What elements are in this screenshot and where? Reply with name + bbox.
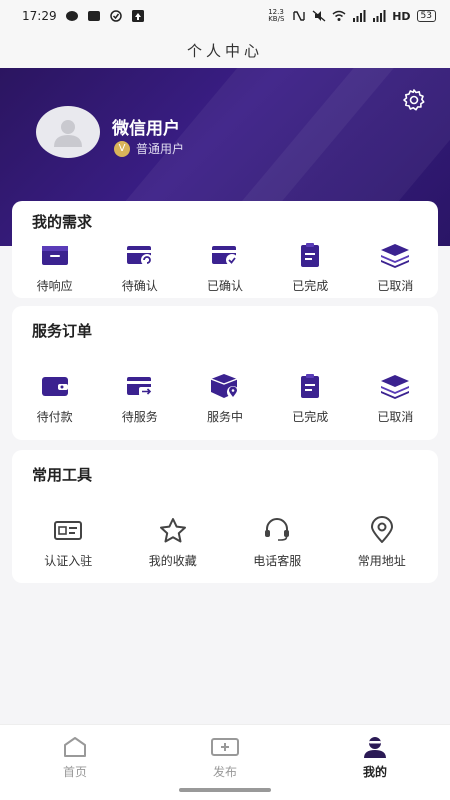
common-tools-card: 常用工具 认证入驻 我的收藏 电话客服 常用地址 [12, 450, 438, 583]
wifi-icon [332, 10, 346, 21]
add-box-icon [211, 738, 239, 756]
common-tools-title: 常用工具 [32, 466, 93, 484]
order-item-label: 已取消 [377, 410, 414, 424]
my-needs-title: 我的需求 [32, 213, 93, 231]
card-refresh-icon [123, 241, 157, 269]
user-level: V 普通用户 [114, 140, 184, 157]
tool-item-verification[interactable]: 认证入驻 [16, 516, 121, 569]
mute-icon [312, 10, 326, 22]
order-item-to-serve[interactable]: 待服务 [97, 372, 182, 425]
clipboard-icon [293, 241, 327, 269]
chat-bubble-icon [65, 11, 78, 21]
order-item-label: 已完成 [292, 410, 329, 424]
status-bar: 17:29 12.3 KB/S HD 53 [0, 0, 450, 32]
inbox-icon [38, 241, 72, 269]
avatar[interactable] [36, 106, 100, 158]
my-needs-card: 我的需求 待响应 待确认 已确认 已完成 已取消 [12, 201, 438, 298]
box-location-icon [208, 372, 242, 400]
layers-icon [378, 241, 412, 269]
need-item-label: 已取消 [377, 279, 414, 293]
service-orders-title: 服务订单 [32, 322, 93, 340]
tab-home[interactable]: 首页 [0, 725, 150, 800]
order-item-to-pay[interactable]: 待付款 [12, 372, 97, 425]
tool-item-label: 认证入驻 [44, 554, 93, 568]
status-time: 17:29 [22, 9, 57, 23]
user-icon [364, 737, 386, 758]
need-item-pending-response[interactable]: 待响应 [12, 241, 97, 294]
star-icon [156, 516, 190, 544]
order-item-cancelled[interactable]: 已取消 [353, 372, 438, 425]
home-icon [64, 737, 86, 757]
layers-icon [378, 372, 412, 400]
order-item-completed[interactable]: 已完成 [268, 372, 353, 425]
need-item-confirmed[interactable]: 已确认 [182, 241, 267, 294]
nfc-icon [293, 11, 305, 21]
user-level-label: 普通用户 [136, 142, 185, 156]
card-send-icon [123, 372, 157, 400]
service-orders-card: 服务订单 待付款 待服务 服务中 已完成 已取消 [12, 306, 438, 440]
user-placeholder-icon [54, 120, 82, 147]
signal-2-icon [373, 10, 386, 22]
jd-icon [87, 11, 100, 21]
need-item-cancelled[interactable]: 已取消 [353, 241, 438, 294]
need-item-label: 已确认 [207, 279, 244, 293]
order-item-label: 待服务 [121, 410, 158, 424]
need-item-label: 待响应 [36, 279, 73, 293]
vip-badge-icon: V [114, 140, 130, 157]
tab-label: 发布 [212, 765, 237, 779]
wallet-icon [38, 372, 72, 400]
need-item-label: 待确认 [121, 279, 158, 293]
tool-item-label: 我的收藏 [148, 554, 197, 568]
tab-label: 我的 [362, 765, 387, 779]
network-type: HD [392, 9, 411, 23]
need-item-completed[interactable]: 已完成 [268, 241, 353, 294]
tool-item-addresses[interactable]: 常用地址 [330, 516, 435, 569]
tab-label: 首页 [62, 765, 87, 779]
need-item-label: 已完成 [292, 279, 329, 293]
signal-1-icon [353, 10, 366, 22]
card-check-icon [208, 241, 242, 269]
username: 微信用户 [112, 119, 180, 139]
check-circle-icon [109, 10, 122, 22]
order-item-in-service[interactable]: 服务中 [182, 372, 267, 425]
need-item-to-confirm[interactable]: 待确认 [97, 241, 182, 294]
battery-level: 53 [416, 10, 436, 22]
upload-icon [131, 10, 144, 22]
home-indicator[interactable] [179, 788, 271, 792]
tool-item-favorites[interactable]: 我的收藏 [121, 516, 226, 569]
tab-mine[interactable]: 我的 [300, 725, 450, 800]
tool-item-label: 常用地址 [357, 554, 406, 568]
network-speed: 12.3 KB/S [268, 8, 285, 23]
headset-icon [260, 516, 294, 544]
order-item-label: 待付款 [36, 410, 73, 424]
clipboard-icon [293, 372, 327, 400]
page-title: 个人中心 [0, 32, 450, 68]
tool-item-label: 电话客服 [253, 554, 302, 568]
location-pin-icon [365, 516, 399, 544]
tool-item-customer-service[interactable]: 电话客服 [225, 516, 330, 569]
settings-gear-icon[interactable] [402, 88, 426, 112]
order-item-label: 服务中 [207, 410, 244, 424]
id-card-icon [51, 516, 85, 544]
